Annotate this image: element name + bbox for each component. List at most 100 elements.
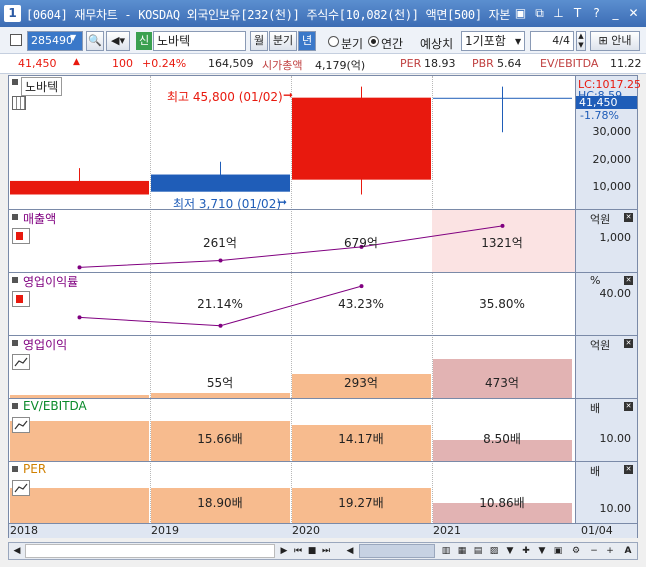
radio-quarter-label: 분기 <box>341 37 364 51</box>
crosshair-icon[interactable]: ✚ <box>519 544 533 558</box>
op-profit-value: 293억 <box>344 376 378 390</box>
close-icon[interactable]: ✕ <box>624 213 633 222</box>
magnify-icon: ⊞ <box>598 34 608 47</box>
settings-icon[interactable]: ⚙ <box>569 544 583 558</box>
help-icon[interactable]: ? <box>589 5 604 21</box>
revenue-panel: 매출액 261억 679억 1321억 <box>9 210 575 273</box>
ev-ebitda-panel: EV/EBITDA 15.66배 14.17배 8.50배 <box>9 399 575 462</box>
scroll-left-icon[interactable]: ◀ <box>10 544 24 558</box>
close-icon[interactable]: ✕ <box>624 465 633 474</box>
line-chart-icon[interactable] <box>12 417 30 433</box>
arrow-right-icon: ➞ <box>277 195 288 209</box>
close-icon[interactable]: ✕ <box>624 339 633 348</box>
per-value: 18.90배 <box>197 496 243 510</box>
op-margin-unit: % <box>590 274 601 287</box>
candle-body <box>10 180 149 195</box>
chart-scrollbar[interactable]: ◀ ▶ ⏮ ■ ⏭ ◀ ▥ ▦ ▤ ▨ ▼ ✚ ▼ ▣ ⚙ − + A <box>8 542 638 560</box>
panel-marker-icon <box>12 403 18 409</box>
revenue-y-axis: 억원 ✕ 1,000 <box>575 210 637 273</box>
revenue-value: 1321억 <box>481 236 523 250</box>
line-chart-icon[interactable] <box>12 480 30 496</box>
page-indicator[interactable]: 4/4 <box>530 31 574 51</box>
auto-fit-icon[interactable]: A <box>621 544 635 558</box>
ev-ebitda-value: 15.66배 <box>197 432 243 446</box>
financial-chart[interactable]: 노바텍 최고 45,800 (01/02) ➞ 최저 3,710 (01/02)… <box>8 75 641 538</box>
forward-icon[interactable]: ⏭ <box>319 544 333 558</box>
chevron-down-icon[interactable]: ▼ <box>70 33 76 42</box>
candle-body <box>151 174 290 192</box>
title-bar: 1 [0604] 재무차트 - KOSDAQ 외국인보유[232(천)] 주식수… <box>0 0 646 27</box>
candle-icon[interactable]: ▦ <box>455 544 469 558</box>
up-arrow-icon: ▲ <box>73 57 80 67</box>
data-point <box>500 223 505 228</box>
y-tick: 30,000 <box>592 125 632 138</box>
rewind-icon[interactable]: ⏮ <box>291 544 305 558</box>
line-icon[interactable]: ▤ <box>471 544 485 558</box>
restore-icon[interactable]: ⧉ <box>532 5 547 21</box>
ev-ebitda-title: EV/EBITDA <box>23 399 87 413</box>
help-button[interactable]: ⊞ 안내 <box>590 31 640 51</box>
chart-type-icon[interactable]: ▥ <box>439 544 453 558</box>
close-icon[interactable]: ✕ <box>624 276 633 285</box>
export-icon[interactable]: ▣ <box>551 544 565 558</box>
stock-name-field[interactable]: 노바텍 <box>153 31 246 51</box>
x-tick: 2019 <box>151 524 179 537</box>
btn-quarter[interactable]: 분기 <box>269 31 297 51</box>
close-icon[interactable]: ✕ <box>624 402 633 411</box>
chevron-left-icon[interactable]: ◀ <box>343 544 357 558</box>
radio-year-label: 연간 <box>381 37 404 51</box>
btn-month[interactable]: 월 <box>250 31 268 51</box>
candle-body <box>292 97 431 180</box>
scroll-track[interactable] <box>25 544 275 558</box>
current-price-marker: 41,450 <box>576 96 637 109</box>
font-icon[interactable]: T <box>570 5 585 21</box>
op-profit-value: 55억 <box>206 376 234 390</box>
data-point <box>359 284 364 289</box>
op-margin-value: 21.14% <box>197 297 243 311</box>
price-y-axis: LC:1017.25 HC:8.59 41,450 -1.78% 30,000 … <box>575 76 641 210</box>
area-icon[interactable]: ▨ <box>487 544 501 558</box>
zoom-in-icon[interactable]: + <box>603 544 617 558</box>
close-icon[interactable]: ✕ <box>626 5 641 21</box>
op-profit-unit: 억원 <box>590 339 611 352</box>
candle-body <box>433 97 572 99</box>
speaker-icon[interactable]: ◀▾ <box>106 31 130 51</box>
op-margin-panel: 영업이익률 21.14% 43.23% 35.80% <box>9 273 575 336</box>
data-point <box>77 315 82 320</box>
panel-marker-icon <box>12 340 18 346</box>
per-value: 19.27배 <box>338 496 384 510</box>
volume: 164,509 <box>208 57 254 70</box>
pbr-value: 5.64 <box>497 57 522 70</box>
estimate-label: 예상치 <box>420 37 454 51</box>
pin-icon[interactable]: ⊥ <box>551 5 566 21</box>
per-title: PER <box>23 462 47 476</box>
op-profit-y-axis: 억원 ✕ <box>575 336 637 399</box>
ev-ebitda-value: 11.22 <box>610 57 642 70</box>
op-profit-panel: 영업이익 55억 293억 473억 <box>9 336 575 399</box>
ev-ebitda-y-axis: 배 ✕ 10.00 <box>575 399 637 462</box>
zoom-out-icon[interactable]: − <box>587 544 601 558</box>
per-label: PER <box>400 57 422 70</box>
x-tick: 2018 <box>10 524 38 537</box>
search-icon[interactable]: 🔍 <box>86 31 104 51</box>
radio-year[interactable] <box>368 36 379 47</box>
scroll-thumb[interactable] <box>359 544 435 558</box>
pbr-label: PBR <box>472 57 494 70</box>
window-icon[interactable]: ▣ <box>513 5 528 21</box>
page-stepper[interactable]: ▲ ▼ <box>576 31 586 51</box>
line-chart-icon[interactable] <box>12 354 30 370</box>
btn-year[interactable]: 년 <box>298 31 316 51</box>
data-point <box>77 265 82 270</box>
x-tick: 2021 <box>433 524 461 537</box>
chevron-down-icon[interactable]: ▼ <box>515 37 521 46</box>
y-tick: 10,000 <box>592 180 632 193</box>
y-tick: 40.00 <box>599 287 632 300</box>
data-point <box>218 258 223 263</box>
chevron-down-icon[interactable]: ▼ <box>535 544 549 558</box>
minimize-icon[interactable]: _ <box>608 5 623 21</box>
radio-quarter[interactable] <box>328 36 339 47</box>
chevron-down-icon[interactable]: ▼ <box>503 544 517 558</box>
stop-icon[interactable]: ■ <box>305 544 319 558</box>
scroll-right-icon[interactable]: ▶ <box>277 544 291 558</box>
layout-icon[interactable] <box>10 34 22 46</box>
